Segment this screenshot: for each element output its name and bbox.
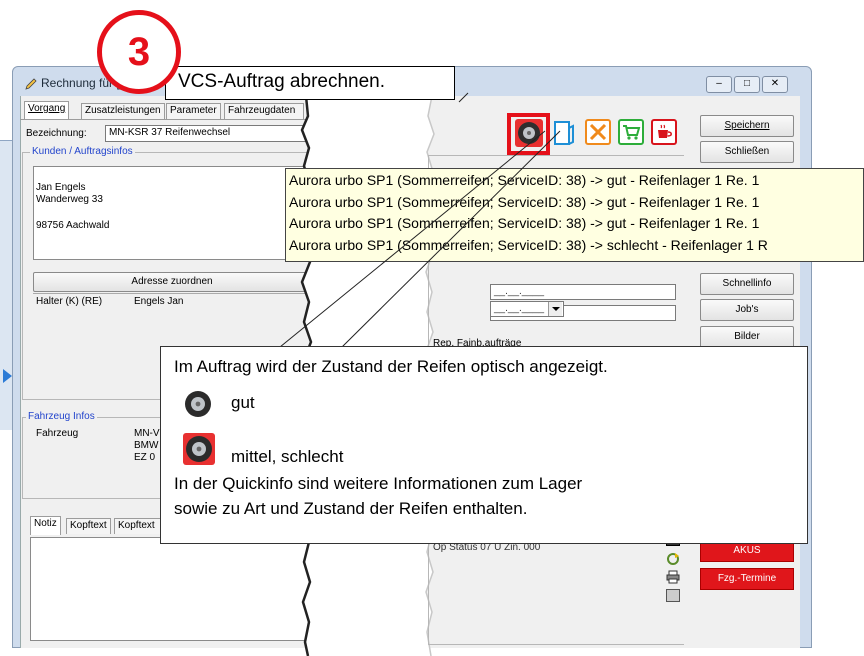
vehicle-appointments-button[interactable]: Fzg.-Termine	[700, 568, 794, 590]
tooltip-line-2: Aurora urbo SP1 (Sommerreifen; ServiceID…	[289, 193, 760, 210]
callout-good-label: gut	[231, 393, 255, 412]
fahrzeug-label: Fahrzeug	[36, 428, 79, 439]
callout-heading: Im Auftrag wird der Zustand der Reifen o…	[174, 357, 608, 376]
note-textarea[interactable]	[30, 537, 310, 641]
tire-good-icon	[183, 389, 213, 419]
customer-address-box[interactable]	[33, 166, 311, 260]
explanation-callout: Im Auftrag wird der Zustand der Reifen o…	[160, 346, 808, 544]
tire-quickinfo-tooltip: Aurora urbo SP1 (Sommerreifen; ServiceID…	[285, 168, 864, 262]
fahrzeug-group-title: Fahrzeug Infos	[26, 411, 97, 422]
fahrzeug-line3: EZ 0	[134, 452, 156, 463]
jobs-button[interactable]: Job's	[700, 299, 794, 321]
tab-kopftext-1[interactable]: Kopftext	[66, 518, 111, 534]
date-field-1[interactable]: __.__.____	[490, 284, 676, 300]
refresh-icon[interactable]	[666, 552, 680, 565]
quick-info-button[interactable]: Schnellinfo	[700, 273, 794, 295]
close-button[interactable]: ✕	[762, 76, 788, 93]
tab-kopftext-2[interactable]: Kopftext	[114, 518, 164, 534]
tab-vorgang[interactable]: Vorgang	[24, 101, 70, 120]
step-title-banner: VCS-Auftrag abrechnen.	[165, 66, 455, 100]
tab-zusatzleistungen[interactable]: Zusatzleistungen	[81, 103, 165, 119]
bezeichnung-input[interactable]: MN-KSR 37 Reifenwechsel	[105, 125, 310, 142]
customer-city: 98756 Aachwald	[36, 220, 110, 231]
tooltip-line-4: Aurora urbo SP1 (Sommerreifen; ServiceID…	[289, 236, 768, 253]
coffee-icon[interactable]	[651, 119, 677, 145]
date-dropdown-value: __.__.____	[494, 303, 545, 314]
step-title: VCS-Auftrag abrechnen.	[178, 71, 386, 92]
tab-fahrzeugdaten[interactable]: Fahrzeugdaten	[224, 103, 304, 119]
tab-parameter[interactable]: Parameter	[166, 103, 221, 119]
tooltip-line-1: Aurora urbo SP1 (Sommerreifen; ServiceID…	[289, 172, 760, 188]
cart-icon[interactable]	[618, 119, 644, 145]
tools-icon[interactable]	[585, 119, 611, 145]
halter-value: Engels Jan	[134, 296, 184, 307]
document-icon[interactable]	[666, 589, 680, 602]
callout-bad-label: mittel, schlecht	[231, 447, 344, 466]
maximize-button[interactable]: □	[734, 76, 760, 93]
callout-info-line-2: sowie zu Art und Zustand der Reifen enth…	[174, 499, 528, 518]
save-button[interactable]: Speichern	[700, 115, 794, 137]
kunden-group-title: Kunden / Auftragsinfos	[30, 146, 135, 157]
save-button-label: Speichern	[724, 120, 770, 131]
tab-notiz[interactable]: Notiz	[30, 516, 61, 535]
tire-status-bad-icon[interactable]	[515, 119, 543, 147]
callout-info-line-1: In der Quickinfo sind weitere Informatio…	[174, 474, 583, 493]
print-icon[interactable]	[666, 570, 680, 584]
tire-bad-icon	[183, 433, 215, 465]
bezeichnung-label: Bezeichnung:	[26, 128, 87, 139]
tooltip-line-3: Aurora urbo SP1 (Sommerreifen; ServiceID…	[289, 215, 760, 231]
pencil-icon	[24, 77, 38, 91]
minimize-button[interactable]: –	[706, 76, 732, 93]
fahrzeug-line1: MN-V	[134, 428, 160, 439]
halter-label: Halter (K) (RE)	[36, 296, 103, 307]
document-clip-icon[interactable]	[552, 120, 576, 146]
step-number-badge: 3	[97, 10, 181, 94]
close-window-button[interactable]: Schließen	[700, 141, 794, 163]
customer-name: Jan Engels	[36, 182, 86, 193]
chevron-down-icon[interactable]	[548, 302, 562, 316]
tab-divider	[20, 119, 310, 120]
fahrzeug-line2: BMW	[134, 440, 159, 451]
expand-arrow-icon[interactable]	[3, 369, 12, 383]
customer-street: Wanderweg 33	[36, 194, 103, 205]
assign-address-button[interactable]: Adresse zuordnen	[33, 272, 311, 292]
images-button[interactable]: Bilder	[700, 326, 794, 348]
